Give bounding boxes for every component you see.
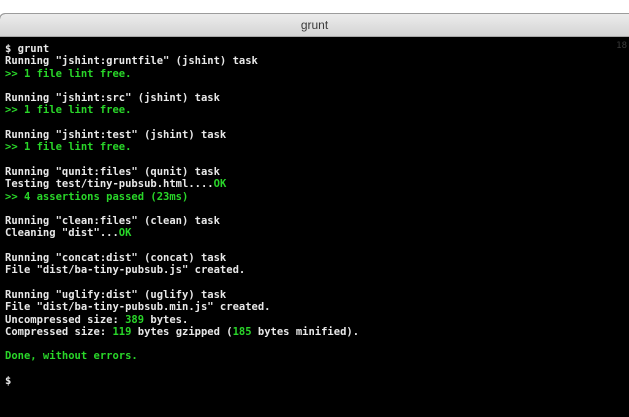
terminal-window: grunt $ grunt Running "jshint:gruntfile" … [0,14,629,417]
terminal-line: Uncompressed size: 389 bytes. [5,314,629,326]
terminal-line: $ [5,375,629,387]
terminal-text: >> 1 file lint free. [5,104,132,117]
terminal-output[interactable]: $ grunt Running "jshint:gruntfile" (jshin… [0,37,629,417]
terminal-text: 119 [112,325,132,338]
terminal-line: Done, without errors. [5,350,629,362]
terminal-line: >> 1 file lint free. [5,104,629,116]
terminal-text: File "dist/ba-tiny-pubsub.min.js" create… [5,301,271,314]
terminal-line: File "dist/ba-tiny-pubsub.min.js" create… [5,301,629,313]
terminal-text: $ grunt [5,43,50,55]
terminal-text: bytes. [144,313,189,326]
terminal-line: >> 1 file lint free. [5,68,629,80]
terminal-text: File "dist/ba-tiny-pubsub.js" created. [5,264,246,277]
terminal-text: 389 [125,313,145,326]
terminal-text: Running "jshint:test" (jshint) task [5,129,227,142]
terminal-line: Compressed size: 119 bytes gzipped (185 … [5,326,629,338]
terminal-line: Cleaning "dist"...OK [5,227,629,239]
terminal-line: Running "jshint:test" (jshint) task [5,129,629,141]
terminal-text: Testing test/tiny-pubsub.html.... [5,178,214,191]
terminal-line: $ grunt [5,43,629,55]
terminal-text: OK [118,227,132,240]
terminal-line: Running "jshint:gruntfile" (jshint) task [5,55,629,67]
terminal-text: 185 [232,325,252,338]
terminal-text: Running "uglify:dist" (uglify) task [5,288,227,301]
terminal-text: Running "clean:files" (clean) task [5,215,220,228]
terminal-line: Running "clean:files" (clean) task [5,215,629,227]
terminal-text: Running "concat:dist" (concat) task [5,252,227,265]
terminal-line: Running "jshint:src" (jshint) task [5,92,629,104]
terminal-line: File "dist/ba-tiny-pubsub.js" created. [5,264,629,276]
terminal-line: >> 1 file lint free. [5,141,629,153]
terminal-text: >> 1 file lint free. [5,67,132,80]
terminal-line: Testing test/tiny-pubsub.html....OK [5,178,629,190]
terminal-text: Uncompressed size: [5,313,126,326]
terminal-text: bytes gzipped ( [131,325,233,338]
terminal-line: Running "concat:dist" (concat) task [5,252,629,264]
terminal-line: Running "qunit:files" (qunit) task [5,166,629,178]
window-titlebar[interactable]: grunt [0,14,629,37]
terminal-line: Running "uglify:dist" (uglify) task [5,289,629,301]
terminal-text: Running "jshint:src" (jshint) task [5,92,220,105]
terminal-text: Running "jshint:gruntfile" (jshint) task [5,55,258,68]
terminal-text: >> 4 assertions passed (23ms) [5,190,189,203]
terminal-line: >> 4 assertions passed (23ms) [5,191,629,203]
terminal-text: OK [213,178,227,191]
terminal-text: Done, without errors. [5,350,138,363]
terminal-text: bytes minified). [251,325,360,338]
terminal-text: Compressed size: [5,325,113,338]
scroll-marker: 18 [616,41,627,51]
terminal-text: $ [5,375,12,388]
terminal-text: >> 1 file lint free. [5,141,132,154]
terminal-text: Cleaning "dist"... [5,227,119,240]
terminal-text: Running "qunit:files" (qunit) task [5,165,220,178]
window-title: grunt [300,18,329,32]
